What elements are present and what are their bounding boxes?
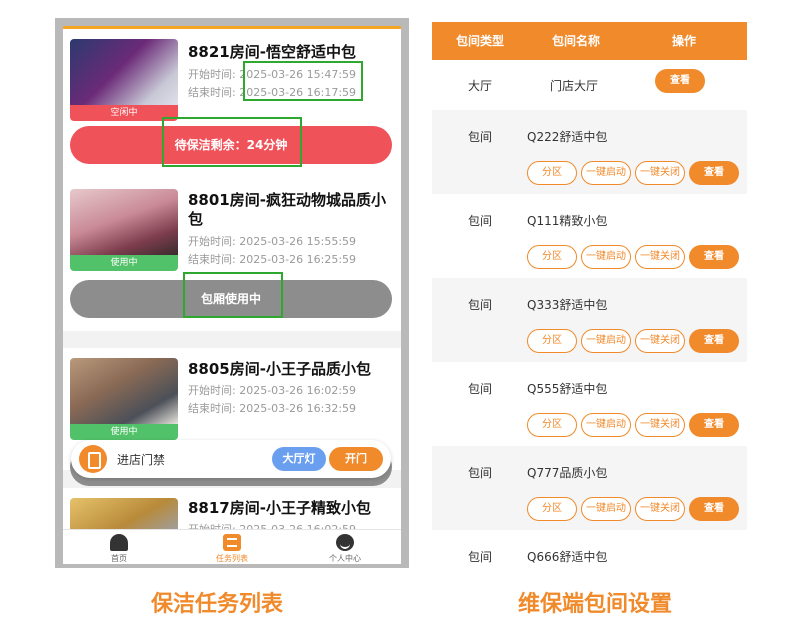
- room-type: 包间: [467, 298, 492, 312]
- room-photo: 使用中: [70, 358, 178, 440]
- room-photo: 空闲中: [70, 39, 178, 121]
- view-button[interactable]: 查看: [689, 245, 739, 269]
- room-title: 8801房间-疯狂动物城品质小包: [188, 191, 386, 228]
- zone-button[interactable]: 分区: [527, 329, 577, 353]
- room-type: 包间: [467, 466, 492, 480]
- caption-room-settings: 维保端包间设置: [518, 592, 673, 617]
- view-button[interactable]: 查看: [689, 497, 739, 521]
- column-header-actions: 操作: [671, 34, 696, 48]
- view-button[interactable]: 查看: [689, 413, 739, 437]
- table-row: 包间 Q777品质小包 分区 一键启动 一键关闭 查看: [432, 446, 747, 530]
- one-key-start-button[interactable]: 一键启动: [581, 245, 631, 269]
- room-photo: 使用中: [70, 189, 178, 271]
- end-time: 结束时间: 2025-03-26 16:32:59: [188, 402, 357, 415]
- table-header: 包间类型 包间名称 操作: [432, 22, 747, 60]
- room-name: Q333舒适中包: [527, 298, 608, 312]
- tab-home[interactable]: 首页: [63, 530, 175, 564]
- room-name: Q111精致小包: [527, 214, 608, 228]
- tab-label: 任务列表: [216, 554, 248, 563]
- room-title: 8817房间-小王子精致小包: [188, 499, 371, 517]
- status-badge: 使用中: [70, 424, 178, 440]
- one-key-stop-button[interactable]: 一键关闭: [635, 329, 685, 353]
- highlight-box: [183, 272, 283, 318]
- room-title: 8805房间-小王子品质小包: [188, 360, 371, 378]
- room-type: 大厅: [467, 79, 492, 93]
- door-access-label: 进店门禁: [117, 453, 166, 467]
- room-title: 8821房间-悟空舒适中包: [188, 43, 356, 61]
- one-key-stop-button[interactable]: 一键关闭: [635, 245, 685, 269]
- column-header-type: 包间类型: [455, 34, 504, 48]
- start-time: 开始时间: 2025-03-26 15:55:59: [188, 235, 357, 248]
- one-key-stop-button[interactable]: 一键关闭: [635, 413, 685, 437]
- room-type: 包间: [467, 130, 492, 144]
- table-row: 包间 Q111精致小包 分区 一键启动 一键关闭 查看: [432, 194, 747, 278]
- home-icon: [110, 534, 128, 551]
- task-list-icon: [223, 534, 241, 551]
- table-row: 大厅 门店大厅 查看: [432, 60, 747, 110]
- room-name: Q555舒适中包: [527, 382, 608, 396]
- end-time: 结束时间: 2025-03-26 16:25:59: [188, 253, 357, 266]
- table-row: 包间 Q555舒适中包 分区 一键启动 一键关闭 查看: [432, 362, 747, 446]
- zone-button[interactable]: 分区: [527, 245, 577, 269]
- room-image: [70, 189, 178, 255]
- highlight-box: [243, 61, 363, 101]
- start-time: 开始时间: 2025-03-26 16:02:59: [188, 384, 357, 397]
- tab-task-list[interactable]: 任务列表: [176, 530, 288, 564]
- table-row: 包间 Q222舒适中包 分区 一键启动 一键关闭 查看: [432, 110, 747, 194]
- column-header-name: 包间名称: [551, 34, 600, 48]
- room-name: Q222舒适中包: [527, 130, 608, 144]
- status-badge: 使用中: [70, 255, 178, 271]
- caption-cleaning-task-list: 保洁任务列表: [151, 592, 284, 617]
- open-door-button[interactable]: 开门: [329, 447, 383, 471]
- room-type: 包间: [467, 214, 492, 228]
- door-access-bar: 进店门禁 大厅灯 开门: [71, 440, 391, 478]
- hall-light-button[interactable]: 大厅灯: [272, 447, 326, 471]
- view-button[interactable]: 查看: [689, 329, 739, 353]
- room-type: 包间: [467, 382, 492, 396]
- table-row: 包间 Q333舒适中包 分区 一键启动 一键关闭 查看: [432, 278, 747, 362]
- task-list-screen: 空闲中 8821房间-悟空舒适中包 开始时间: 2025-03-26 15:47…: [63, 26, 401, 564]
- table-row: 包间 Q666舒适中包: [432, 530, 747, 567]
- door-icon: [79, 445, 107, 473]
- room-image: [70, 39, 178, 105]
- view-button[interactable]: 查看: [689, 161, 739, 185]
- tab-profile[interactable]: 个人中心: [289, 530, 401, 564]
- room-type: 包间: [467, 550, 492, 564]
- room-card[interactable]: 使用中 8801房间-疯狂动物城品质小包 开始时间: 2025-03-26 15…: [63, 179, 401, 331]
- bottom-tab-bar: 首页 任务列表 个人中心: [63, 529, 401, 564]
- zone-button[interactable]: 分区: [527, 497, 577, 521]
- tab-label: 个人中心: [329, 554, 361, 563]
- room-image: [70, 358, 178, 424]
- one-key-start-button[interactable]: 一键启动: [581, 161, 631, 185]
- highlight-box: [162, 117, 302, 167]
- one-key-start-button[interactable]: 一键启动: [581, 497, 631, 521]
- room-name: Q777品质小包: [527, 466, 608, 480]
- zone-button[interactable]: 分区: [527, 161, 577, 185]
- room-card[interactable]: 空闲中 8821房间-悟空舒适中包 开始时间: 2025-03-26 15:47…: [63, 29, 401, 194]
- zone-button[interactable]: 分区: [527, 413, 577, 437]
- tab-label: 首页: [111, 554, 127, 563]
- one-key-stop-button[interactable]: 一键关闭: [635, 161, 685, 185]
- room-name: 门店大厅: [550, 79, 599, 93]
- room-name: Q666舒适中包: [527, 550, 608, 564]
- view-button[interactable]: 查看: [655, 69, 705, 93]
- room-settings-table: 包间类型 包间名称 操作 大厅 门店大厅 查看 包间 Q222舒适中包 分区 一…: [432, 22, 747, 567]
- one-key-stop-button[interactable]: 一键关闭: [635, 497, 685, 521]
- one-key-start-button[interactable]: 一键启动: [581, 413, 631, 437]
- one-key-start-button[interactable]: 一键启动: [581, 329, 631, 353]
- phone-frame: 空闲中 8821房间-悟空舒适中包 开始时间: 2025-03-26 15:47…: [55, 18, 409, 568]
- user-icon: [336, 534, 354, 551]
